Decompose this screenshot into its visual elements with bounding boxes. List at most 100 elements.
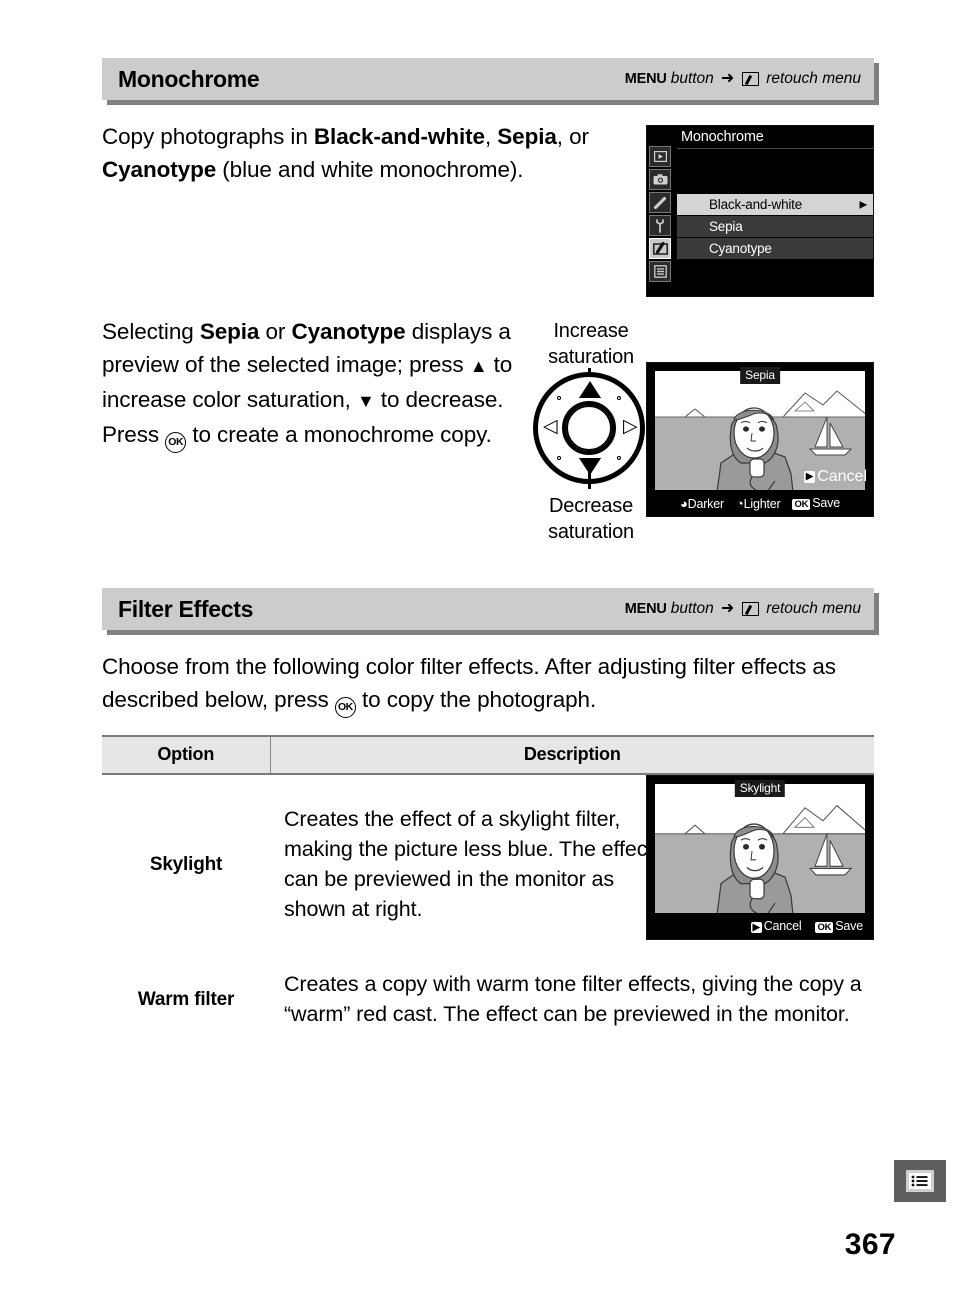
button-word-label: button (670, 70, 714, 87)
triangle-down-icon: ▼ (356, 391, 375, 411)
preview-footer-bar: ▶ Cancel OK Save (647, 915, 873, 937)
footer-label: Lighter (743, 496, 781, 511)
text-run-bold: Black-and-white (313, 124, 485, 149)
multi-selector-up-icon[interactable] (579, 381, 601, 398)
preview-mode-tag: Skylight (734, 780, 786, 797)
sub-command-dial-icon: ◔ (735, 495, 744, 511)
section-header-monochrome: Monochrome MENU button ➜ retouch menu (102, 58, 874, 100)
custom-settings-pencil-icon[interactable] (649, 192, 671, 213)
ok-button-icon: OK (334, 697, 356, 718)
column-header-option: Option (102, 735, 271, 775)
skylight-preview-screenshot: Skylight ▶ Cancel OK Save (646, 775, 874, 940)
multi-selector-diagram: ◁ ▷ (533, 372, 645, 484)
menu-item-label: Cyanotype (709, 241, 772, 256)
menu-button-label: MENU (624, 71, 667, 87)
footer-label: Darker (687, 496, 725, 511)
right-arrow-glyph: ▷ (623, 416, 638, 437)
menu-item-cyanotype[interactable]: Cyanotype (677, 238, 873, 259)
page-section-tab (894, 1160, 946, 1202)
text-run: (blue and white monochrome). (216, 157, 524, 182)
button-word-label: button (670, 600, 714, 617)
multi-selector-left-icon[interactable]: ◁ (543, 416, 558, 437)
menu-list-icon (906, 1170, 934, 1192)
selector-dot (557, 396, 561, 400)
selector-dot (617, 456, 621, 460)
camera-menu-screenshot: Monochrome Black-and-white ▶ Sepia Cyano… (646, 125, 874, 297)
text-run: or (259, 319, 292, 344)
footer-item-cancel: ▶ Cancel (750, 918, 802, 934)
footer-label: Cancel (763, 918, 802, 933)
menu-sidebar (649, 146, 673, 282)
description-warm-filter: Creates a copy with warm tone filter eff… (284, 972, 862, 1026)
footer-item-darker: ◕Darker (680, 496, 724, 511)
recent-settings-icon[interactable] (649, 261, 671, 282)
footer-label: Save (812, 495, 840, 510)
sepia-preview-screenshot: Sepia ▶ Cancel ◕Darker ◔Lighter OK Save (646, 362, 874, 517)
arrow-right-icon: ➜ (720, 600, 735, 617)
paragraph-selecting-sepia: Selecting Sepia or Cyanotype displays a … (102, 315, 522, 453)
menu-item-sepia[interactable]: Sepia (677, 216, 873, 237)
text-run: , or (556, 124, 589, 149)
caption-decrease-saturation: Decrease saturation (523, 493, 659, 545)
selector-dot (617, 396, 621, 400)
text-run-bold: Sepia (199, 319, 260, 344)
main-command-dial-icon: ◕ (679, 495, 688, 511)
text-run: Choose from the following color filter e… (102, 654, 735, 679)
ok-chip-icon: OK (815, 921, 834, 934)
shooting-camera-icon[interactable] (649, 169, 671, 190)
arrow-right-icon: ➜ (720, 70, 735, 87)
preview-cancel-badge[interactable]: ▶ Cancel (803, 468, 867, 486)
text-run: , (484, 124, 498, 149)
left-arrow-glyph: ◁ (543, 416, 558, 437)
option-name-skylight: Skylight (149, 853, 223, 875)
section-header-filter-effects: Filter Effects MENU button ➜ retouch men… (102, 588, 874, 630)
text-run-bold: Sepia (497, 124, 557, 149)
multi-selector-right-icon[interactable]: ▷ (623, 416, 638, 437)
text-run-bold: Cyanotype (102, 157, 217, 182)
retouch-menu-icon (742, 72, 760, 86)
footer-item-lighter: ◔Lighter (735, 495, 781, 511)
caption-increase-saturation: Increase saturation (523, 318, 659, 370)
leader-line-bottom (588, 472, 591, 489)
retouch-menu-icon[interactable] (649, 238, 671, 259)
menu-destination-label: retouch menu (766, 70, 861, 87)
menu-button-label: MENU (624, 601, 667, 617)
preview-photo (655, 784, 865, 913)
list-lines-icon (911, 1175, 928, 1187)
footer-item-save: OK Save (815, 919, 863, 934)
menu-item-black-and-white[interactable]: Black-and-white ▶ (677, 194, 873, 215)
setup-wrench-icon[interactable] (649, 215, 671, 236)
text-run: to create a monochrome copy. (186, 422, 492, 447)
portrait-seascape-illustration (655, 784, 865, 913)
menu-path-filter-effects: MENU button ➜ retouch menu (625, 600, 861, 618)
playback-icon[interactable] (649, 146, 671, 167)
text-run-bold: Cyanotype (291, 319, 406, 344)
caption-line: Increase (553, 320, 629, 342)
footer-label: Save (835, 918, 863, 933)
text-run: Selecting (102, 319, 200, 344)
multi-selector-center-inner (566, 405, 612, 451)
ok-button-icon: OK (165, 432, 187, 453)
triangle-up-icon: ▲ (469, 356, 488, 376)
caption-line: Decrease (549, 495, 633, 517)
menu-screen-title: Monochrome (681, 129, 764, 145)
preview-mode-tag: Sepia (740, 367, 780, 384)
paragraph-monochrome-intro: Copy photographs in Black-and-white, Sep… (102, 120, 602, 186)
playback-chip-icon: ▶ (803, 471, 816, 483)
retouch-menu-icon (742, 602, 760, 616)
caption-line: saturation (548, 521, 634, 543)
text-run: Copy photographs in (102, 124, 314, 149)
menu-item-label: Sepia (709, 219, 743, 234)
caption-line: saturation (548, 346, 634, 368)
page-number: 367 (844, 1228, 896, 1261)
menu-path-monochrome: MENU button ➜ retouch menu (625, 70, 861, 88)
menu-option-list: Black-and-white ▶ Sepia Cyanotype (677, 194, 873, 260)
playback-chip-icon: ▶ (750, 921, 762, 934)
cancel-label: Cancel (817, 468, 867, 485)
table-row: Warm filter Creates a copy with warm ton… (102, 954, 874, 1046)
footer-item-save: OK Save (792, 496, 840, 511)
chevron-right-icon: ▶ (859, 199, 868, 210)
description-text: Creates the effect of a skylight filter,… (284, 806, 654, 921)
option-name-warm-filter: Warm filter (137, 989, 235, 1010)
preview-footer-bar: ◕Darker ◔Lighter OK Save (647, 492, 873, 514)
